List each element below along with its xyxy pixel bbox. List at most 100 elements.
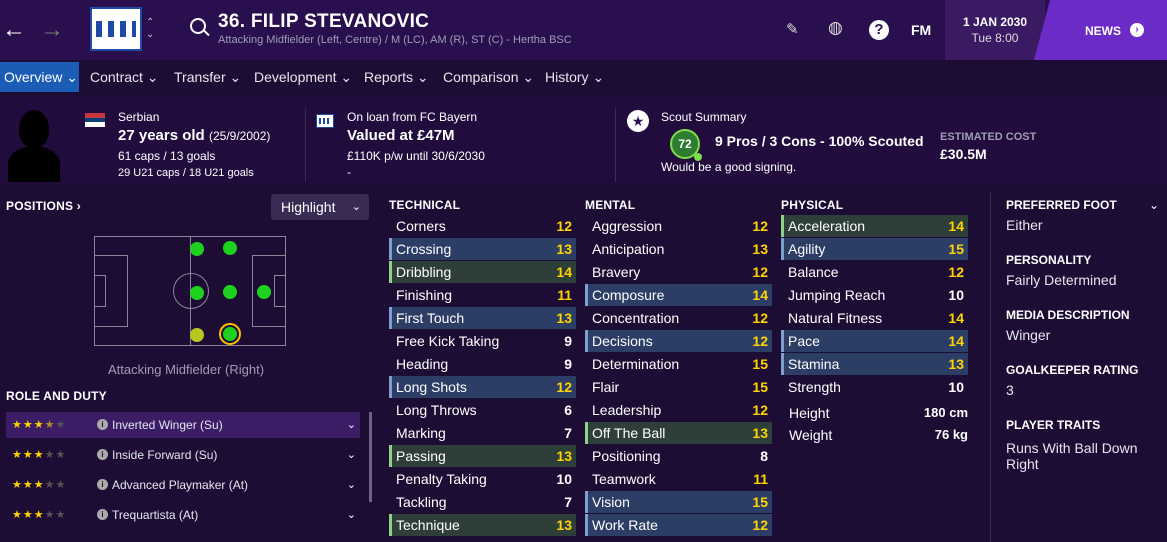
news-button[interactable]: NEWS › <box>1034 0 1167 60</box>
height-value: 180 cm <box>923 405 968 420</box>
date-box[interactable]: 1 JAN 2030 Tue 8:00 <box>945 0 1045 60</box>
media-description-label: MEDIA DESCRIPTION <box>1006 308 1130 322</box>
loan-info[interactable]: On loan from FC Bayern <box>347 110 477 124</box>
attribute-row[interactable]: Teamwork 11 <box>585 468 772 490</box>
attribute-row[interactable]: Heading 9 <box>389 353 576 375</box>
attribute-value: 10 <box>948 379 964 395</box>
tab-development[interactable]: Development ⌄ <box>254 62 352 92</box>
attribute-value: 10 <box>948 287 964 303</box>
attribute-name: Leadership <box>592 402 662 418</box>
position-dot[interactable] <box>223 241 237 255</box>
attribute-row[interactable]: Finishing 11 <box>389 284 576 306</box>
attribute-value: 6 <box>564 402 572 418</box>
attribute-row[interactable]: Vision 15 <box>585 491 772 513</box>
attribute-row[interactable]: Determination 15 <box>585 353 772 375</box>
player-subtitle: Attacking Midfielder (Left, Centre) / M … <box>218 34 572 46</box>
attribute-row[interactable]: Leadership 12 <box>585 399 772 421</box>
attribute-row[interactable]: Long Shots 12 <box>389 376 576 398</box>
attribute-row[interactable]: Penalty Taking 10 <box>389 468 576 490</box>
serbia-flag-icon <box>85 113 105 128</box>
attribute-row[interactable]: Tackling 7 <box>389 491 576 513</box>
attribute-value: 13 <box>948 356 964 372</box>
attribute-row[interactable]: Decisions 12 <box>585 330 772 352</box>
attribute-row[interactable]: Corners 12 <box>389 215 576 237</box>
forward-arrow-icon[interactable]: → <box>40 18 64 42</box>
personality-label: PERSONALITY <box>1006 253 1092 267</box>
attribute-row[interactable]: Flair 15 <box>585 376 772 398</box>
attribute-row[interactable]: Off The Ball 13 <box>585 422 772 444</box>
attribute-row[interactable]: Long Throws 6 <box>389 399 576 421</box>
scrollbar[interactable] <box>369 412 372 502</box>
attribute-row[interactable]: Natural Fitness 14 <box>781 307 968 329</box>
attribute-row[interactable]: Passing 13 <box>389 445 576 467</box>
attribute-value: 9 <box>564 356 572 372</box>
position-dot[interactable] <box>190 328 204 342</box>
tab-history[interactable]: History ⌄ <box>545 62 604 92</box>
globe-icon[interactable]: ◍ <box>828 18 843 38</box>
role-row[interactable]: ★★★★★ i Inverted Winger (Su) ⌄ <box>6 412 360 438</box>
attribute-name: First Touch <box>396 310 465 326</box>
attribute-row[interactable]: Dribbling 14 <box>389 261 576 283</box>
attribute-row[interactable]: Pace 14 <box>781 330 968 352</box>
attribute-row[interactable]: Anticipation 13 <box>585 238 772 260</box>
attribute-row[interactable]: Acceleration 14 <box>781 215 968 237</box>
tab-contract[interactable]: Contract ⌄ <box>90 62 159 92</box>
chevron-down-icon[interactable]: ⌄ <box>1149 198 1159 212</box>
personality-value: Fairly Determined <box>1006 272 1117 288</box>
attribute-row[interactable]: Crossing 13 <box>389 238 576 260</box>
back-arrow-icon[interactable]: ← <box>2 18 26 42</box>
search-icon[interactable] <box>190 18 206 34</box>
player-trait: Runs With Ball Down Right <box>1006 440 1138 472</box>
wage-extra: - <box>347 165 351 179</box>
scout-rating-badge[interactable]: 72 <box>670 129 702 161</box>
highlight-dropdown[interactable]: Highlight ⌄ <box>271 194 369 220</box>
pencil-icon[interactable]: ✎ <box>786 20 799 38</box>
attribute-row[interactable]: Aggression 12 <box>585 215 772 237</box>
positions-title[interactable]: POSITIONS › <box>6 199 81 213</box>
role-row[interactable]: ★★★★★ i Advanced Playmaker (At) ⌄ <box>6 472 360 498</box>
attribute-name: Long Shots <box>396 379 467 395</box>
attribute-row[interactable]: Bravery 12 <box>585 261 772 283</box>
help-icon[interactable]: ? <box>869 20 889 40</box>
position-dot[interactable] <box>190 242 204 256</box>
attribute-value: 12 <box>752 218 768 234</box>
attribute-row[interactable]: Agility 15 <box>781 238 968 260</box>
tab-reports[interactable]: Reports ⌄ <box>364 62 429 92</box>
attribute-row[interactable]: Jumping Reach 10 <box>781 284 968 306</box>
attribute-row[interactable]: Stamina 13 <box>781 353 968 375</box>
attribute-name: Crossing <box>396 241 452 257</box>
role-duty-title: ROLE AND DUTY <box>6 389 107 403</box>
role-stars: ★★★★★ <box>12 509 67 521</box>
tab-comparison[interactable]: Comparison ⌄ <box>443 62 534 92</box>
attribute-row[interactable]: Technique 13 <box>389 514 576 536</box>
caps-goals: 61 caps / 13 goals <box>118 149 216 163</box>
attribute-row[interactable]: Strength 10 <box>781 376 968 398</box>
attribute-value: 15 <box>752 356 768 372</box>
role-row[interactable]: ★★★★★ i Trequartista (At) ⌄ <box>6 502 360 528</box>
tab-overview[interactable]: Overview ⌄ <box>0 62 79 92</box>
attribute-row[interactable]: Positioning 8 <box>585 445 772 467</box>
club-badge-icon[interactable] <box>90 7 142 51</box>
attribute-row[interactable]: Concentration 12 <box>585 307 772 329</box>
attribute-row[interactable]: Composure 14 <box>585 284 772 306</box>
up-down-chevron-icon[interactable]: ⌃ ⌄ <box>146 17 154 41</box>
physical-title: PHYSICAL <box>781 198 844 212</box>
attribute-row[interactable]: Free Kick Taking 9 <box>389 330 576 352</box>
position-dot[interactable] <box>257 285 271 299</box>
position-dot[interactable] <box>223 285 237 299</box>
fm-menu-button[interactable]: FM <box>911 22 931 38</box>
position-dot[interactable] <box>223 327 237 341</box>
attribute-row[interactable]: Marking 7 <box>389 422 576 444</box>
position-dot[interactable] <box>190 286 204 300</box>
technical-title: TECHNICAL <box>389 198 461 212</box>
attribute-name: Long Throws <box>396 402 477 418</box>
role-row[interactable]: ★★★★★ i Inside Forward (Su) ⌄ <box>6 442 360 468</box>
info-icon: i <box>97 419 108 430</box>
news-label: NEWS <box>1085 24 1121 38</box>
attribute-row[interactable]: Work Rate 12 <box>585 514 772 536</box>
tab-transfer[interactable]: Transfer ⌄ <box>174 62 241 92</box>
attribute-row[interactable]: First Touch 13 <box>389 307 576 329</box>
attribute-row[interactable]: Balance 12 <box>781 261 968 283</box>
attribute-name: Natural Fitness <box>788 310 883 326</box>
attribute-name: Strength <box>788 379 841 395</box>
